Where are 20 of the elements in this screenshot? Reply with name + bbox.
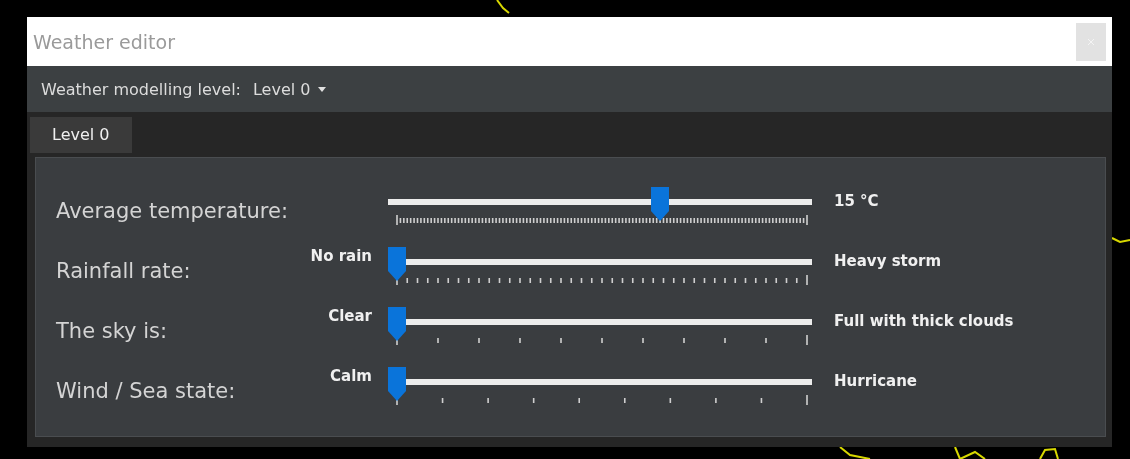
- max-label: Heavy storm: [833, 251, 943, 270]
- slider-thumb[interactable]: [388, 367, 406, 401]
- setting-label: Average temperature:: [56, 197, 288, 225]
- max-label: Hurricane: [833, 371, 919, 390]
- slider-thumb[interactable]: [651, 187, 670, 221]
- min-label: Clear: [327, 306, 373, 325]
- slider-thumb[interactable]: [388, 307, 406, 341]
- caret-icon: [318, 86, 327, 92]
- tab[interactable]: Level 0: [30, 116, 132, 153]
- setting-label: The sky is:: [56, 317, 169, 345]
- min-label: No rain: [309, 246, 373, 265]
- setting-label: Wind / Sea state:: [56, 377, 237, 405]
- min-label: Calm: [329, 366, 373, 385]
- level-dropdown[interactable]: Level 0: [253, 77, 327, 101]
- setting-label: Rainfall rate:: [56, 257, 192, 285]
- slider-thumb[interactable]: [388, 247, 406, 281]
- window-title: Weather editor: [33, 30, 175, 53]
- modelling-level-label: Weather modelling level:: [41, 79, 241, 99]
- temperature-reading: 15 °C: [833, 191, 880, 210]
- max-label: Full with thick clouds: [833, 311, 1015, 330]
